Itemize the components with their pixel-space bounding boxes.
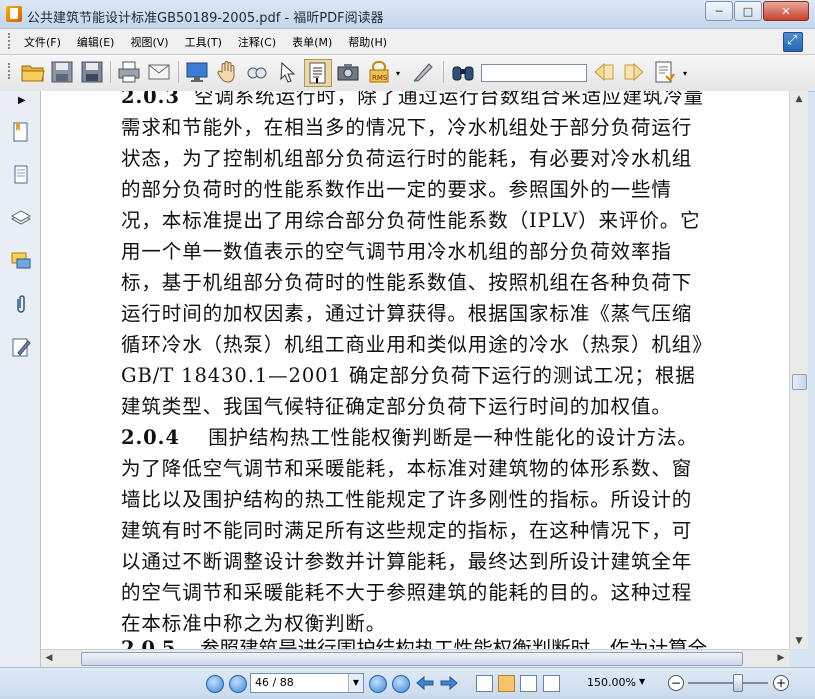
go-back-arrow-icon[interactable]: [416, 675, 434, 691]
continuous-view-icon[interactable]: [498, 675, 515, 692]
maximize-button[interactable]: □: [734, 1, 762, 21]
menu-file[interactable]: 文件(F): [24, 34, 61, 50]
window-title: 公共建筑节能设计标准GB50189-2005.pdf - 福昕PDF阅读器: [27, 11, 384, 26]
minimize-button[interactable]: ─: [705, 1, 733, 21]
zoom-in-icon[interactable]: +: [773, 675, 789, 691]
zoom-slider-thumb[interactable]: [732, 674, 743, 692]
first-page-icon[interactable]: [206, 675, 224, 693]
layers-icon[interactable]: [10, 207, 32, 229]
zoom-level[interactable]: 150.00%: [587, 676, 636, 689]
vertical-scrollbar[interactable]: ▲ ▼: [789, 91, 808, 649]
sign-pen-icon[interactable]: [410, 59, 436, 85]
section-number: 2.0.4: [121, 426, 180, 449]
title-bar: 公共建筑节能设计标准GB50189-2005.pdf - 福昕PDF阅读器 ─ …: [0, 0, 815, 29]
scroll-down-icon[interactable]: ▼: [792, 634, 806, 648]
menu-edit[interactable]: 编辑(E): [77, 34, 115, 50]
paragraph-2-0-4: 2.0.4 围护结构热工性能权衡判断是一种性能化的设计方法。为了降低空气调节和采…: [121, 422, 711, 639]
paragraph-2-0-5-partial: 2.0.5 参照建筑是进行围护结构热工性能权衡判断时，作为计算全: [121, 633, 711, 649]
find-input[interactable]: [481, 64, 587, 82]
continuous-facing-view-icon[interactable]: [543, 675, 560, 692]
print-icon[interactable]: [116, 59, 142, 85]
paragraph-text: 空调系统运行时，除了通过运行台数组合来适应建筑冷量需求和节能外，在相当多的情况下…: [121, 91, 705, 418]
navigation-panel: ▶: [0, 91, 41, 668]
scroll-left-icon[interactable]: ◀: [42, 651, 56, 665]
menu-view[interactable]: 视图(V): [130, 34, 168, 50]
scroll-up-icon[interactable]: ▲: [792, 92, 806, 106]
rms-dropdown-icon[interactable]: ▾: [396, 69, 400, 78]
signatures-icon[interactable]: [10, 336, 32, 358]
facing-view-icon[interactable]: [520, 675, 537, 692]
last-page-icon[interactable]: [392, 675, 410, 693]
menu-comments[interactable]: 注释(C): [238, 34, 276, 50]
snapshot-camera-icon[interactable]: [335, 59, 361, 85]
document-view[interactable]: 2.0.3 空调系统运行时，除了通过运行台数组合来适应建筑冷量需求和节能外，在相…: [41, 91, 789, 649]
select-text-icon[interactable]: [304, 59, 332, 87]
paragraph-text: 围护结构热工性能权衡判断是一种性能化的设计方法。为了降低空气调节和采暖能耗，本标…: [121, 426, 698, 635]
document-page-text: 2.0.3 空调系统运行时，除了通过运行台数组合来适应建筑冷量需求和节能外，在相…: [121, 91, 711, 639]
scroll-right-icon[interactable]: ▶: [774, 651, 788, 665]
menu-tools[interactable]: 工具(T): [185, 34, 222, 50]
find-next-icon[interactable]: [621, 59, 647, 85]
email-icon[interactable]: [146, 59, 172, 85]
page-number-text: 46 / 88: [255, 676, 294, 689]
attachments-paperclip-icon[interactable]: [10, 293, 32, 315]
zoom-slider-track[interactable]: [688, 682, 768, 684]
rms-icon[interactable]: RMS: [366, 59, 392, 85]
page-dropdown-icon[interactable]: ▼: [348, 674, 363, 692]
single-page-view-icon[interactable]: [476, 675, 493, 692]
horizontal-scrollbar[interactable]: ◀ ▶: [41, 649, 789, 667]
search-document-icon[interactable]: [652, 59, 678, 85]
save-icon[interactable]: [49, 59, 75, 85]
main-toolbar: RMS ▾ ▾: [0, 55, 815, 92]
search-dropdown-icon[interactable]: ▾: [683, 69, 687, 78]
zoom-dropdown-icon[interactable]: ▼: [639, 677, 645, 686]
paragraph-text: 参照建筑是进行围护结构热工性能权衡判断时，作为计算全: [200, 637, 708, 649]
menu-bar: 文件(F) 编辑(E) 视图(V) 工具(T) 注释(C) 表单(M) 帮助(H…: [0, 29, 815, 55]
horizontal-scroll-thumb[interactable]: [81, 652, 743, 666]
fullscreen-icon[interactable]: [783, 32, 803, 52]
comments-icon[interactable]: [10, 250, 32, 272]
bookmarks-icon[interactable]: [10, 121, 32, 143]
find-previous-icon[interactable]: [591, 59, 617, 85]
binoculars-find-icon[interactable]: [450, 59, 476, 85]
window-controls: ─ □ ✕: [704, 1, 809, 21]
vertical-scroll-thumb[interactable]: [792, 374, 807, 390]
page-number-field[interactable]: 46 / 88 ▼: [250, 673, 364, 693]
status-bar: 46 / 88 ▼ 150.00% ▼ − +: [0, 667, 815, 699]
menu-grip[interactable]: [8, 33, 13, 49]
menu-forms[interactable]: 表单(M): [292, 34, 332, 50]
paragraph-2-0-3: 2.0.3 空调系统运行时，除了通过运行台数组合来适应建筑冷量需求和节能外，在相…: [121, 91, 711, 422]
menu-help[interactable]: 帮助(H): [348, 34, 387, 50]
close-button[interactable]: ✕: [763, 1, 809, 21]
foxit-app-icon: [6, 6, 22, 22]
toolbar-grip[interactable]: [8, 63, 13, 79]
select-arrow-icon[interactable]: [274, 59, 300, 85]
expand-panel-icon[interactable]: ▶: [18, 95, 26, 106]
section-number: 2.0.5: [121, 637, 176, 649]
save-as-icon[interactable]: [79, 59, 105, 85]
full-screen-monitor-icon[interactable]: [184, 59, 210, 85]
previous-page-icon[interactable]: [229, 675, 247, 693]
zoom-tool-icon[interactable]: [244, 59, 270, 85]
svg-text:RMS: RMS: [372, 74, 388, 82]
section-number: 2.0.3: [121, 91, 180, 108]
open-folder-icon[interactable]: [20, 59, 46, 85]
next-page-icon[interactable]: [369, 675, 387, 693]
hand-tool-icon[interactable]: [214, 59, 240, 85]
go-forward-arrow-icon[interactable]: [440, 675, 458, 691]
pages-icon[interactable]: [10, 164, 32, 186]
zoom-out-icon[interactable]: −: [668, 675, 684, 691]
